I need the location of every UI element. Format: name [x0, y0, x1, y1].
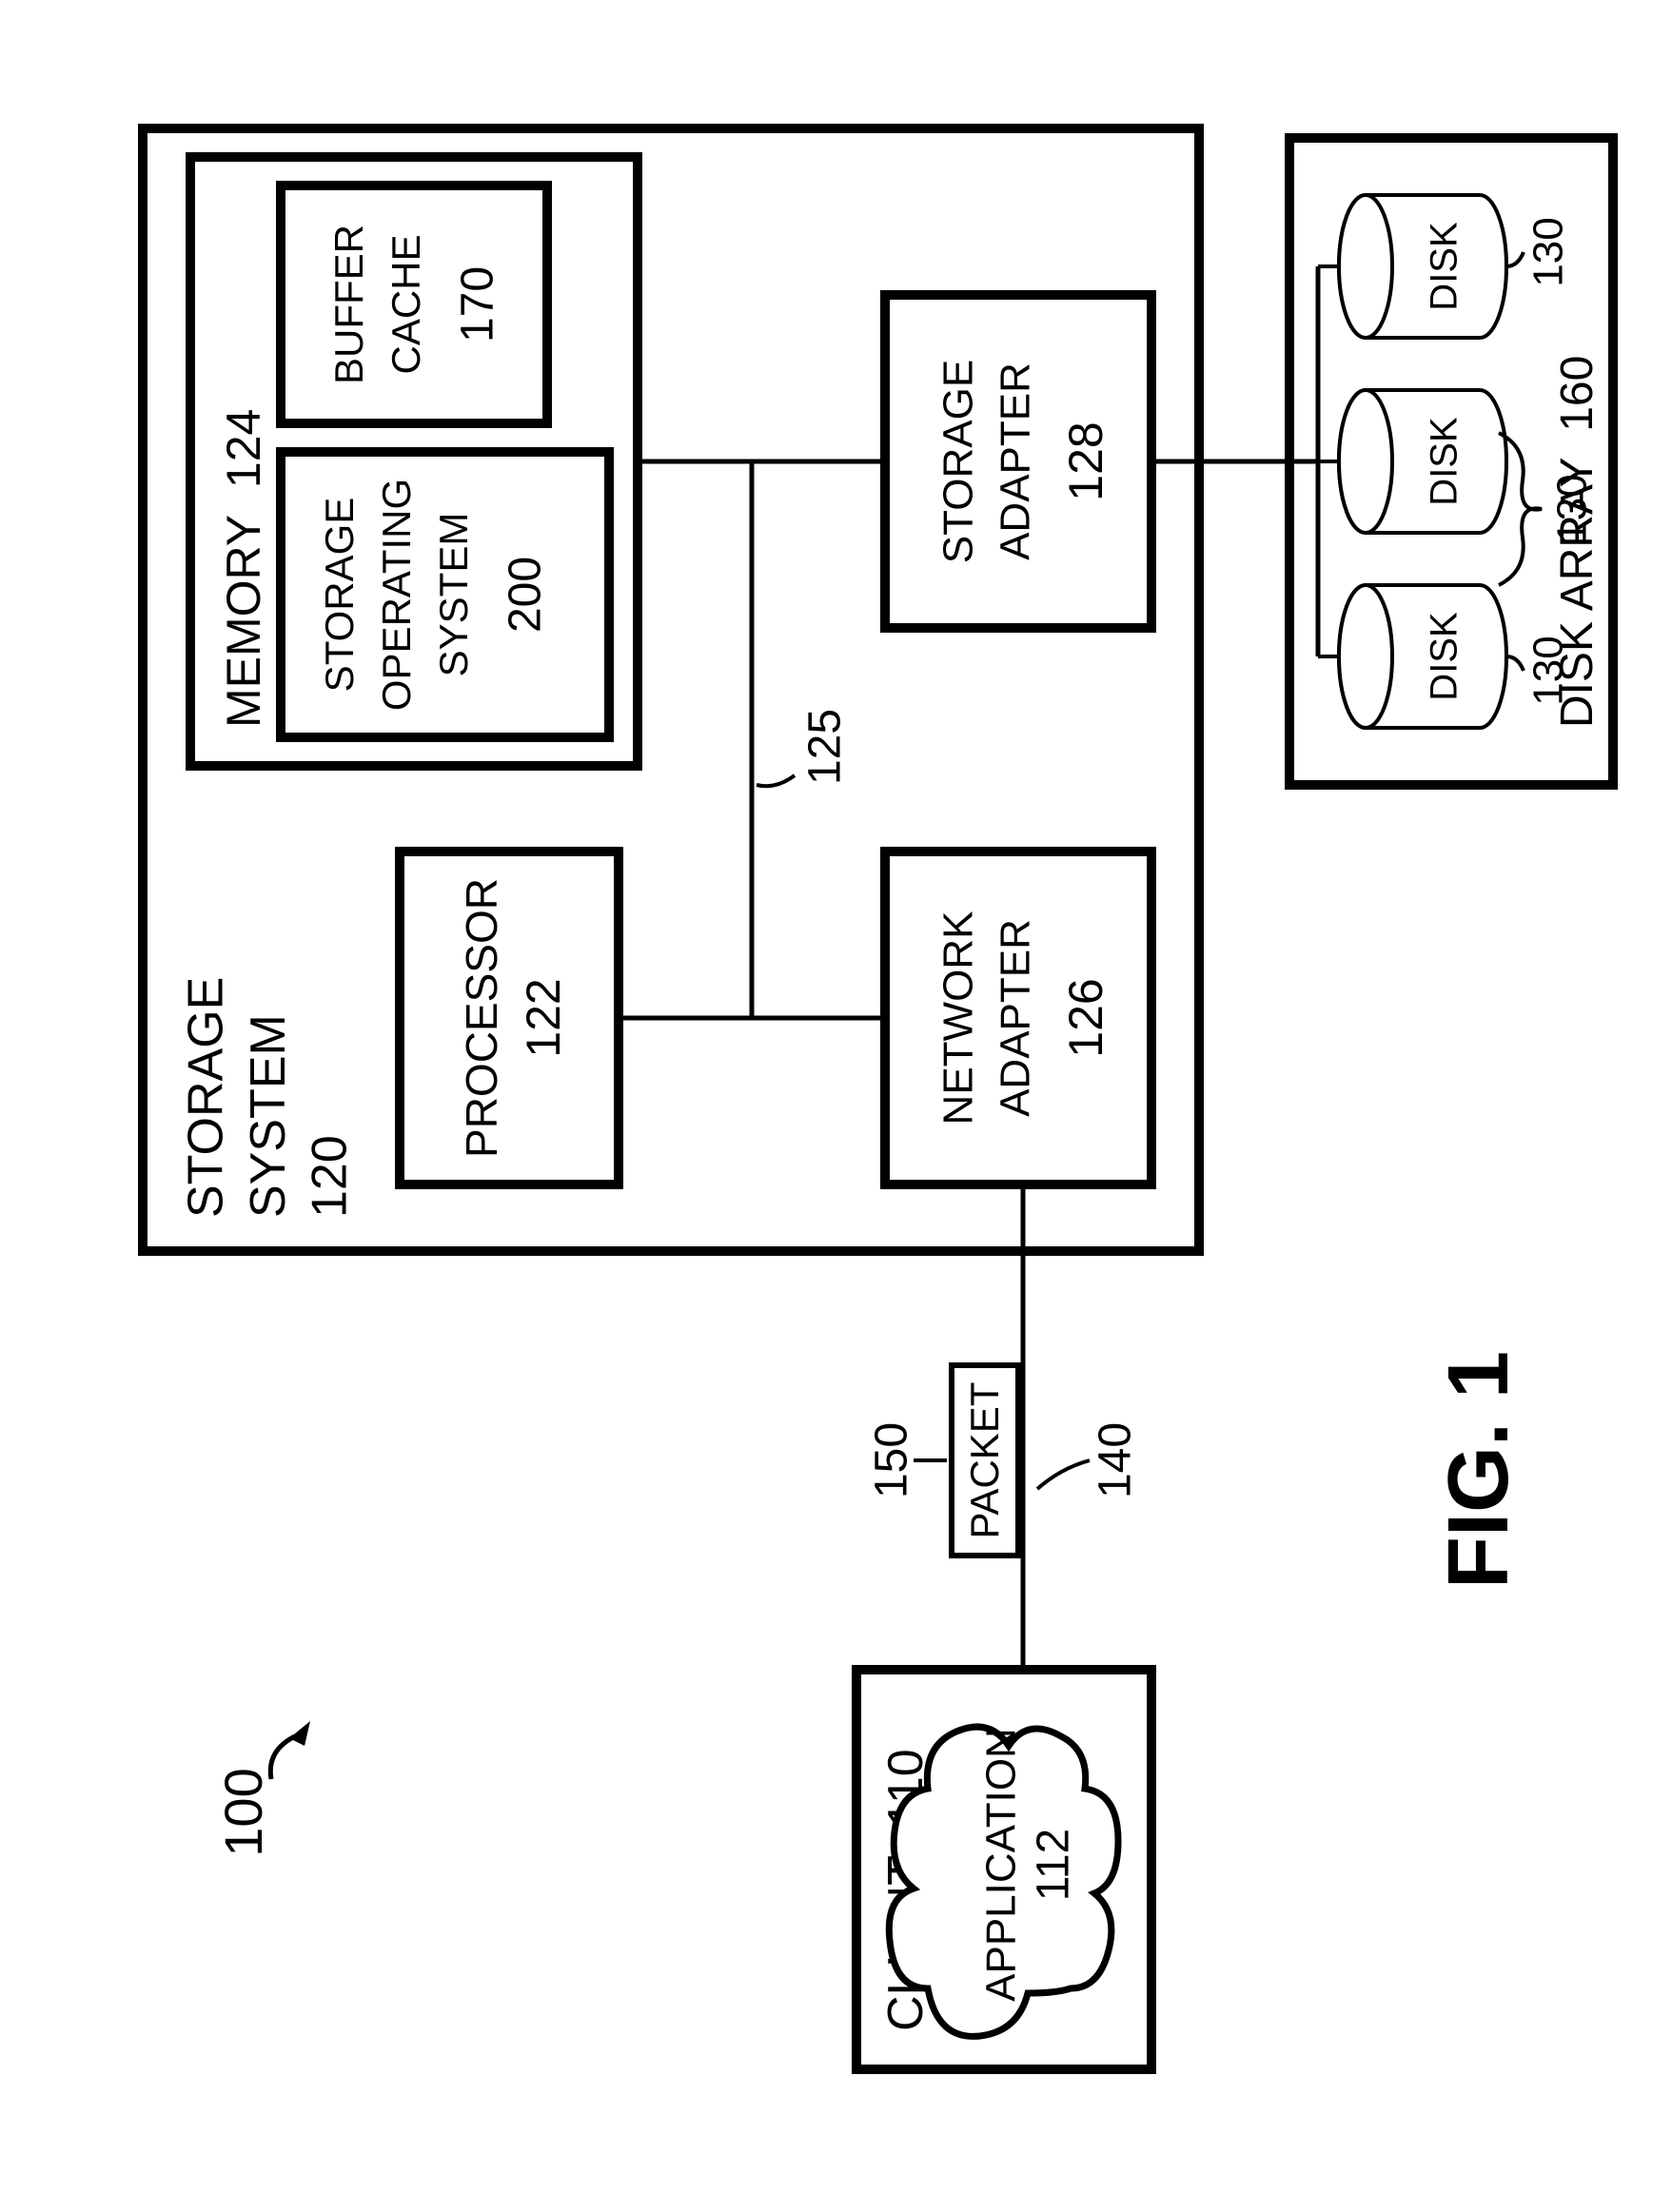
bus-num: 125 — [800, 709, 851, 785]
svg-text:DISK: DISK — [1424, 417, 1465, 506]
packet-num: 150 — [867, 1422, 917, 1498]
storage-system-label-line2: SYSTEM — [241, 1014, 296, 1218]
figure-title: FIG. 1 — [1431, 1351, 1526, 1589]
storage-os-l2: OPERATING — [374, 479, 419, 711]
processor-label: PROCESSOR — [457, 878, 506, 1158]
storage-os-l3: SYSTEM — [431, 513, 476, 677]
svg-text:DISK: DISK — [1424, 222, 1465, 311]
link-ref-curve — [1037, 1460, 1090, 1489]
storage-system-num: 120 — [303, 1135, 358, 1218]
processor-box — [400, 852, 619, 1184]
application-label: APPLICATION — [978, 1728, 1025, 2002]
buffer-cache-l1: BUFFER — [326, 225, 371, 384]
link-num: 140 — [1091, 1422, 1141, 1498]
application-num: 112 — [1029, 1829, 1079, 1902]
disk-num-left: 130 — [1525, 636, 1572, 705]
disk-1: DISK — [1318, 585, 1506, 728]
diagram-canvas: 100 CLIENT 110 APPLICATION 112 PACKET 15… — [0, 0, 1672, 2212]
storage-adapter-num: 128 — [1059, 421, 1112, 500]
disk-num-mid: 130 — [1549, 474, 1596, 543]
processor-num: 122 — [517, 978, 570, 1057]
storage-adapter-l1: STORAGE — [935, 360, 982, 563]
figure-ref-arrow — [270, 1736, 295, 1779]
storage-os-num: 200 — [501, 557, 551, 633]
buffer-cache-num: 170 — [453, 266, 503, 343]
disk-num-right: 130 — [1525, 217, 1572, 286]
storage-adapter-l2: ADAPTER — [993, 362, 1039, 560]
packet-label: PACKET — [962, 1382, 1007, 1539]
buffer-cache-l2: CACHE — [384, 234, 428, 374]
network-adapter-l2: ADAPTER — [993, 919, 1039, 1117]
network-adapter-l1: NETWORK — [935, 911, 982, 1126]
disk-3: DISK — [1318, 195, 1506, 338]
memory-label: MEMORY 124 — [217, 409, 270, 728]
svg-text:DISK: DISK — [1424, 612, 1465, 701]
storage-system-label1: STORAGE — [179, 977, 234, 1218]
figure-ref: 100 — [213, 1768, 273, 1856]
network-adapter-num: 126 — [1059, 978, 1112, 1057]
storage-os-l1: STORAGE — [317, 498, 362, 693]
disk-2: DISK — [1318, 390, 1506, 533]
figure-ref-arrowhead — [289, 1721, 310, 1746]
